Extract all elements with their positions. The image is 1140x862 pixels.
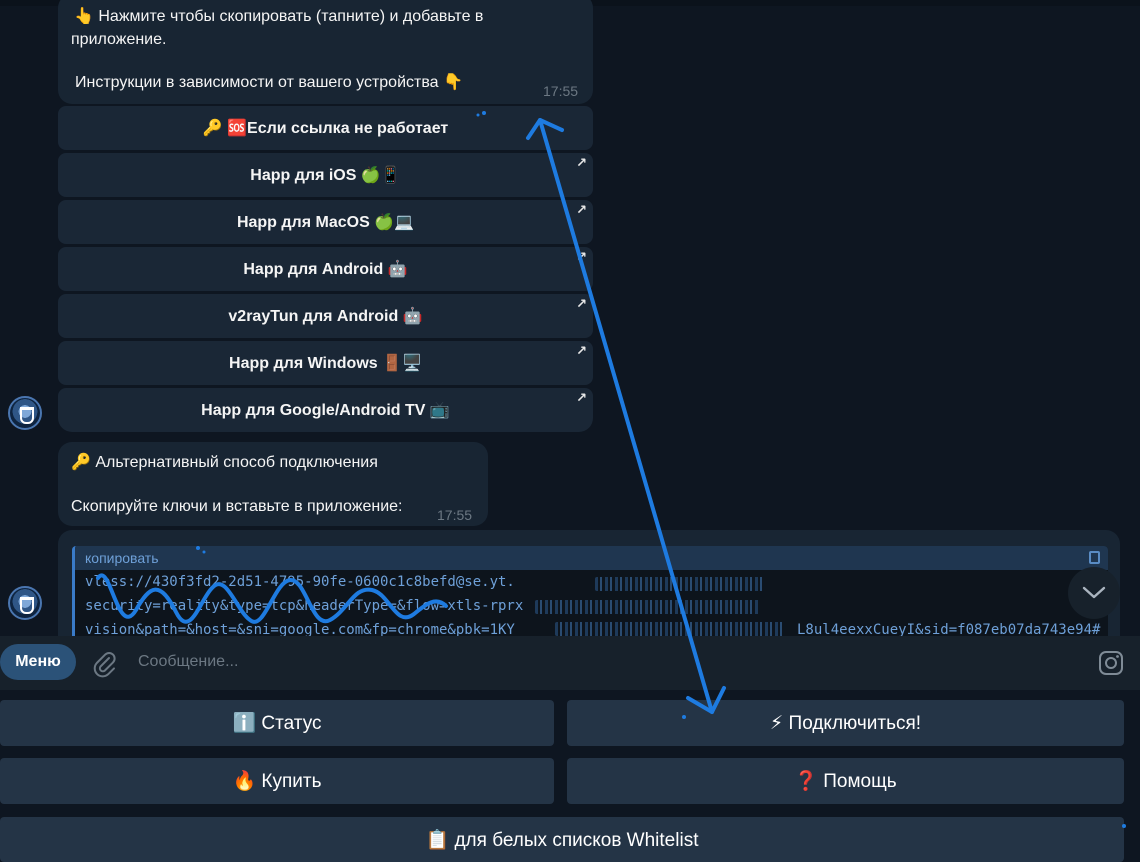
- bot-message-keys: копировать vless://430f3fd2-2d51-4795-90…: [58, 530, 1120, 636]
- inline-button-label: Happ для Windows 🚪🖥️: [229, 355, 422, 372]
- inline-button-link-not-working[interactable]: 🔑 🆘Если ссылка не работает: [58, 106, 593, 150]
- external-link-icon: ↗: [576, 155, 587, 170]
- chevron-down-icon: [1082, 586, 1106, 599]
- scroll-down-button[interactable]: [1068, 567, 1120, 619]
- external-link-icon: ↗: [576, 343, 587, 358]
- inline-button-label: Happ для MacOS 🍏💻: [236, 214, 415, 231]
- message-text-line: 👆 Нажмите чтобы скопировать (тапните) и …: [74, 8, 484, 25]
- inline-button-happ-windows[interactable]: Happ для Windows 🚪🖥️ ↗: [58, 341, 593, 385]
- copy-icon[interactable]: [1089, 551, 1100, 564]
- reply-button-help[interactable]: ❓ Помощь: [567, 758, 1124, 804]
- redaction-blur: [555, 622, 785, 636]
- reply-button-label: ⚡ Подключиться!: [769, 712, 922, 734]
- bot-message-alternative: 🔑 Альтернативный способ подключения Скоп…: [58, 442, 488, 526]
- code-line: vless://430f3fd2-2d51-4795-90fe-0600c1c8…: [85, 574, 515, 590]
- reply-button-buy[interactable]: 🔥 Купить: [0, 758, 554, 804]
- chat-history[interactable]: 👆 Нажмите чтобы скопировать (тапните) и …: [0, 0, 1140, 636]
- code-line-segment: L8ul4eexxCueyI&sid=f087eb07da743e94#: [797, 622, 1101, 636]
- inline-button-happ-android-tv[interactable]: Happ для Google/Android TV 📺 ↗: [58, 388, 593, 432]
- inline-button-label: Happ для Android 🤖: [243, 261, 408, 278]
- external-link-icon: ↗: [576, 249, 587, 264]
- message-text-line: Инструкции в зависимости от вашего устро…: [75, 74, 463, 91]
- sticker-icon[interactable]: [1098, 650, 1124, 676]
- code-block-header[interactable]: копировать: [75, 546, 1108, 570]
- inline-button-label: Happ для Google/Android TV 📺: [201, 402, 450, 419]
- code-line-segment: vision&path=&host=&sni=google.com&fp=chr…: [85, 622, 524, 636]
- inline-button-happ-ios[interactable]: Happ для iOS 🍏📱 ↗: [58, 153, 593, 197]
- external-link-icon: ↗: [576, 390, 587, 405]
- reply-button-label: 📋 для белых списков Whitelist: [425, 829, 699, 851]
- message-input[interactable]: [130, 646, 1030, 678]
- external-link-icon: ↗: [576, 202, 587, 217]
- reply-button-label: ℹ️ Статус: [232, 713, 322, 734]
- redaction-blur: [535, 600, 760, 614]
- bot-avatar[interactable]: [8, 586, 42, 620]
- inline-button-v2raytun-android[interactable]: v2rayTun для Android 🤖 ↗: [58, 294, 593, 338]
- inline-button-happ-android[interactable]: Happ для Android 🤖 ↗: [58, 247, 593, 291]
- paperclip-icon[interactable]: [90, 650, 118, 678]
- message-text-line: приложение.: [71, 31, 167, 48]
- bot-message-instructions: 👆 Нажмите чтобы скопировать (тапните) и …: [58, 0, 593, 104]
- copy-label[interactable]: копировать: [85, 550, 159, 566]
- external-link-icon: ↗: [576, 296, 587, 311]
- message-input-bar: Меню: [0, 636, 1140, 690]
- message-time: 17:55: [437, 507, 473, 523]
- bot-menu-button[interactable]: Меню: [0, 644, 76, 680]
- message-time: 17:55: [543, 83, 579, 99]
- bot-avatar[interactable]: [8, 396, 42, 430]
- reply-button-whitelist[interactable]: 📋 для белых списков Whitelist: [0, 817, 1124, 862]
- message-text-line: Скопируйте ключи и вставьте в приложение…: [71, 498, 403, 515]
- reply-button-label: ❓ Помощь: [794, 771, 897, 792]
- inline-button-label: 🔑 🆘Если ссылка не работает: [202, 120, 449, 137]
- redaction-blur: [595, 577, 765, 591]
- reply-button-label: 🔥 Купить: [232, 771, 322, 792]
- menu-button-label: Меню: [15, 653, 61, 670]
- reply-button-connect[interactable]: ⚡ Подключиться!: [567, 700, 1124, 746]
- inline-button-label: v2rayTun для Android 🤖: [228, 308, 423, 325]
- inline-button-happ-macos[interactable]: Happ для MacOS 🍏💻 ↗: [58, 200, 593, 244]
- inline-button-label: Happ для iOS 🍏📱: [250, 167, 401, 184]
- reply-button-status[interactable]: ℹ️ Статус: [0, 700, 554, 746]
- message-text-line: 🔑 Альтернативный способ подключения: [71, 454, 378, 471]
